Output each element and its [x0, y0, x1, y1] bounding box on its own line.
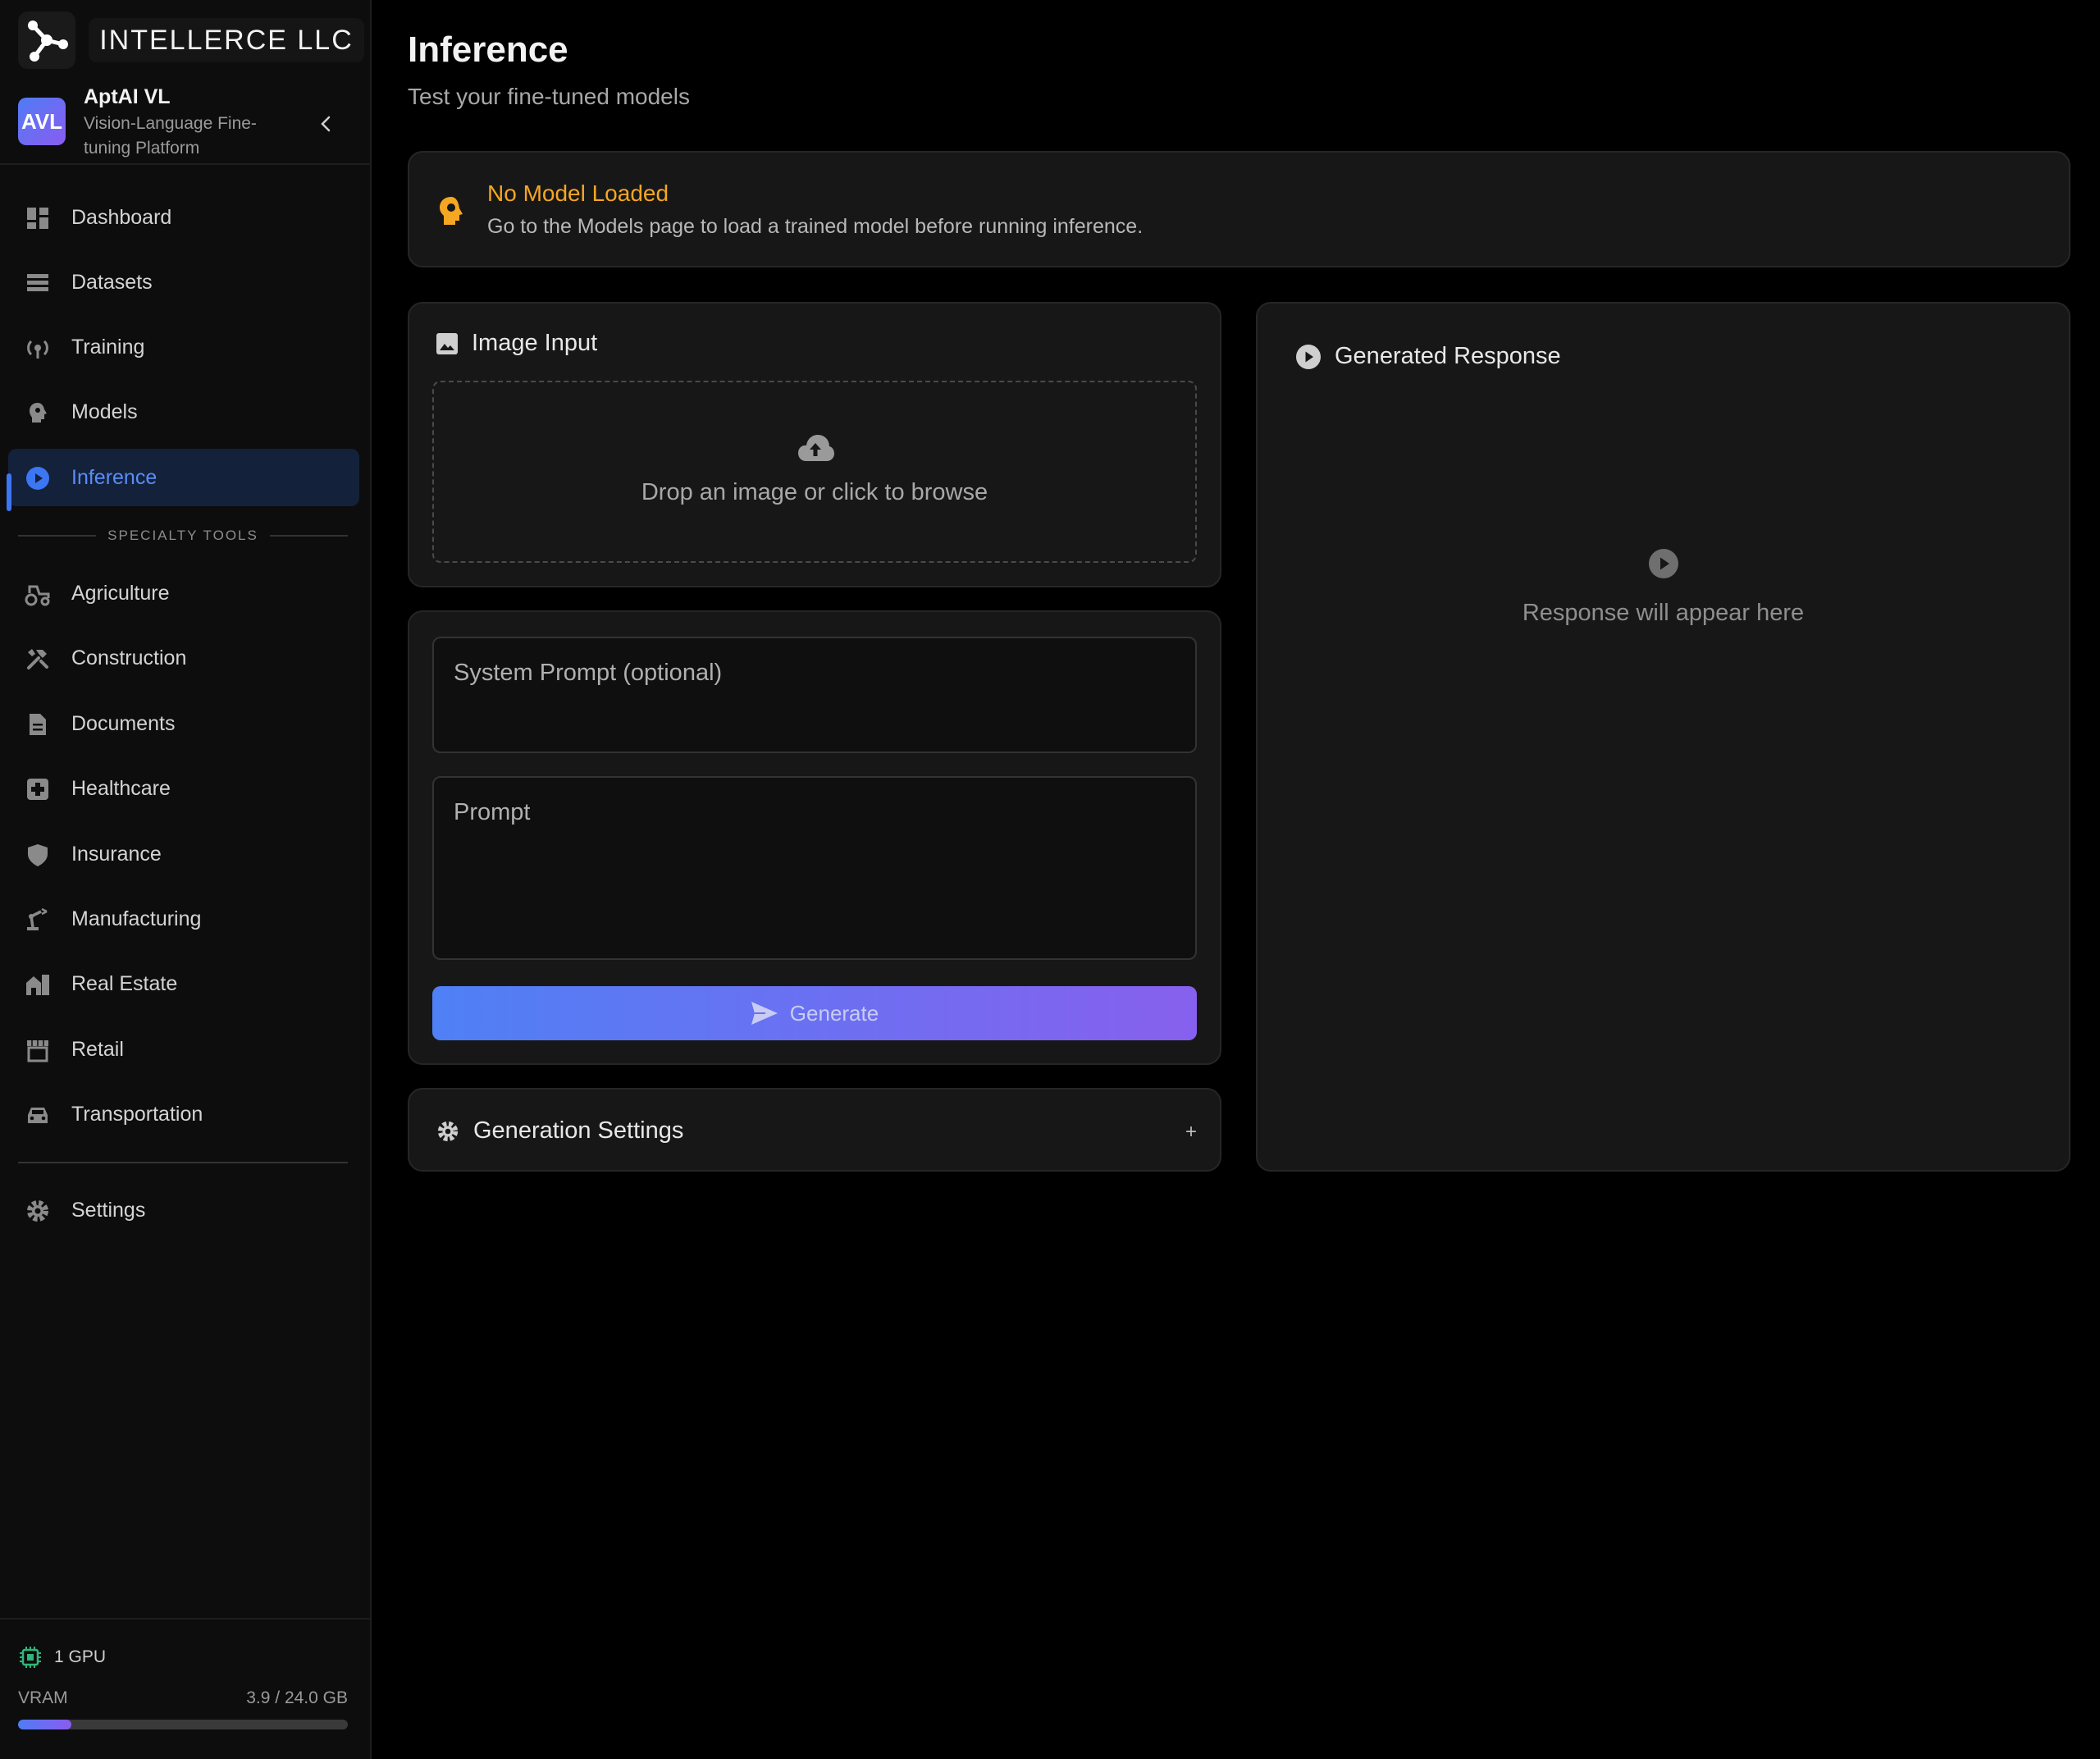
sidebar-divider: [0, 163, 372, 165]
prompt-card: System Prompt (optional) Prompt Generate: [408, 610, 1221, 1065]
system-prompt-field[interactable]: System Prompt (optional): [432, 637, 1197, 753]
nav-item-dashboard[interactable]: Dashboard: [8, 189, 359, 246]
models-icon: [30, 403, 47, 423]
page-subtitle: Test your fine-tuned models: [408, 84, 690, 109]
medical-cross-icon: [27, 779, 48, 800]
nav-item-documents[interactable]: Documents: [8, 695, 359, 752]
app-avatar: AVL: [18, 98, 66, 145]
nav-item-label: Inference: [71, 465, 158, 489]
nav-item-transportation[interactable]: Transportation: [8, 1085, 359, 1143]
nav-item-agriculture[interactable]: Agriculture: [8, 564, 359, 622]
document-icon: [30, 714, 46, 735]
nav-item-label: Dashboard: [71, 205, 172, 229]
nav-item-label: Insurance: [71, 842, 162, 866]
nav-item-label: Real Estate: [71, 971, 178, 995]
collapse-sidebar-icon[interactable]: [313, 112, 338, 136]
datasets-icon: [27, 274, 48, 291]
nav-item-label: Construction: [71, 646, 187, 669]
image-dropzone[interactable]: Drop an image or click to browse: [432, 381, 1197, 563]
nav-item-label: Settings: [71, 1198, 146, 1222]
play-circle-icon: [26, 467, 49, 490]
image-icon: [436, 332, 458, 354]
card-header: Image Input: [436, 330, 597, 357]
page-title: Inference: [408, 30, 568, 70]
nav-item-insurance[interactable]: Insurance: [8, 825, 359, 883]
nav-item-manufacturing[interactable]: Manufacturing: [8, 890, 359, 948]
gpu-status: 1 GPU: [18, 1642, 354, 1672]
nav-item-label: Manufacturing: [71, 907, 202, 930]
nav-item-label: Healthcare: [71, 776, 171, 800]
active-indicator: [7, 473, 11, 511]
sidebar-divider: [18, 1162, 348, 1163]
response-empty-state: Response will appear here: [1258, 548, 2069, 627]
vram-value: 3.9 / 24.0 GB: [246, 1688, 348, 1707]
generated-response-card: Generated Response Response will appear …: [1256, 302, 2070, 1172]
play-circle-icon: [1648, 549, 1678, 578]
section-heading-specialty: SPECIALTY TOOLS: [18, 525, 349, 546]
storefront-icon: [27, 1040, 48, 1062]
nav-item-label: Documents: [71, 711, 176, 735]
nav-item-models[interactable]: Models: [8, 383, 359, 441]
generation-settings-title: Generation Settings: [473, 1117, 684, 1144]
robot-arm-icon: [27, 907, 48, 930]
tools-icon: [27, 649, 48, 669]
response-placeholder: Response will appear here: [1522, 600, 1805, 626]
image-input-title: Image Input: [472, 330, 598, 356]
nav-item-settings[interactable]: Settings: [8, 1181, 359, 1239]
play-circle-icon: [1296, 344, 1321, 369]
sidebar: INTELLERCE LLC AVL AptAI VL Vision-Langu…: [0, 0, 372, 1759]
nav-item-real-estate[interactable]: Real Estate: [8, 955, 359, 1012]
nav-item-construction[interactable]: Construction: [8, 629, 359, 687]
nav-item-retail[interactable]: Retail: [8, 1021, 359, 1078]
dropzone-text: Drop an image or click to browse: [641, 479, 988, 505]
nav-item-label: Datasets: [71, 270, 153, 294]
nav-item-training[interactable]: Training: [8, 318, 359, 376]
building-icon: [26, 975, 49, 995]
no-model-alert: No Model Loaded Go to the Models page to…: [408, 151, 2070, 267]
vram-progress-fill: [18, 1720, 72, 1729]
app-subtitle: Vision-Language Fine-tuning Platform: [84, 114, 257, 158]
prompt-field[interactable]: Prompt: [432, 776, 1197, 960]
gear-icon: [437, 1121, 459, 1141]
dashboard-icon: [27, 208, 48, 229]
chip-icon: [20, 1647, 41, 1668]
tractor-icon: [25, 585, 50, 606]
nav-item-label: Retail: [71, 1037, 124, 1061]
generate-button[interactable]: Generate: [432, 986, 1197, 1040]
alert-message: Go to the Models page to load a trained …: [487, 215, 1144, 238]
gear-icon: [27, 1200, 48, 1222]
nav-item-label: Agriculture: [71, 581, 170, 605]
alert-title: No Model Loaded: [487, 180, 669, 206]
expand-settings-button[interactable]: +: [1185, 1121, 1197, 1144]
brand-logo-icon: [18, 11, 75, 69]
gpu-count: 1 GPU: [54, 1647, 107, 1666]
nav-item-label: Models: [71, 400, 138, 423]
vram-progress-bar: [18, 1720, 348, 1729]
nav-item-healthcare[interactable]: Healthcare: [8, 760, 359, 817]
nav-item-label: Transportation: [71, 1102, 203, 1126]
brand: INTELLERCE LLC: [18, 11, 364, 69]
nav-item-datasets[interactable]: Datasets: [8, 254, 359, 311]
generate-label: Generate: [789, 1000, 879, 1026]
car-icon: [28, 1108, 48, 1123]
nav-item-label: Training: [71, 335, 145, 359]
card-header: Generated Response: [1295, 343, 1561, 370]
training-icon: [27, 340, 48, 359]
sidebar-divider: [0, 1618, 372, 1620]
brand-name: INTELLERCE LLC: [89, 18, 364, 62]
card-header: Generation Settings: [436, 1117, 683, 1144]
vram-row: VRAM 3.9 / 24.0 GB: [18, 1688, 348, 1708]
app-header: AVL AptAI VL Vision-Language Fine-tuning…: [18, 82, 354, 161]
send-icon: [751, 1002, 778, 1025]
app-title: AptAI VL: [84, 85, 171, 108]
generated-response-title: Generated Response: [1335, 343, 1561, 369]
generation-settings-card[interactable]: Generation Settings +: [408, 1088, 1221, 1172]
nav-item-inference[interactable]: Inference: [8, 449, 359, 506]
cloud-upload-icon: [798, 435, 834, 461]
vram-label: VRAM: [18, 1688, 68, 1707]
model-warning-icon: [440, 197, 463, 225]
image-input-card: Image Input Drop an image or click to br…: [408, 302, 1221, 587]
shield-icon: [28, 844, 48, 866]
